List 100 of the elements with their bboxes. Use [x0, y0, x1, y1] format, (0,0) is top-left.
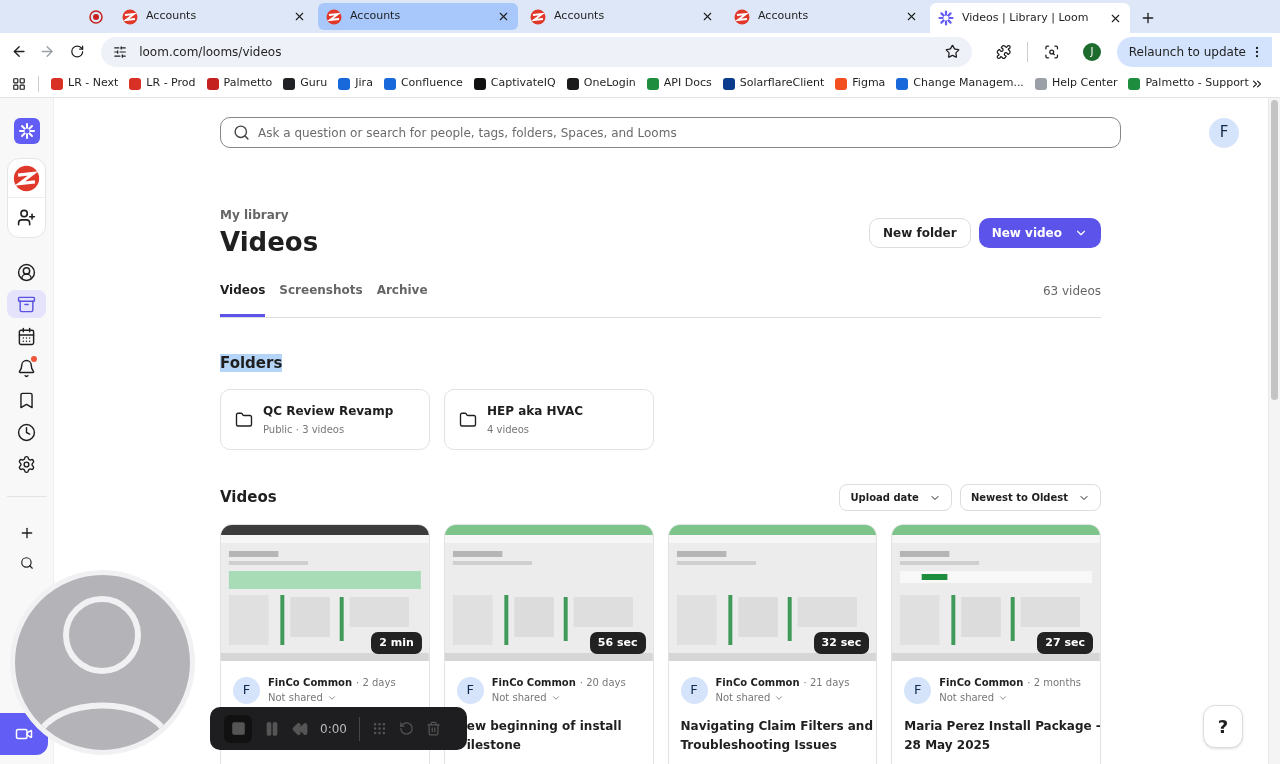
close-icon[interactable]: [701, 10, 714, 23]
video-age: · 2 months: [1027, 676, 1081, 690]
folder-meta: 4 videos: [487, 423, 531, 437]
bookmark-link[interactable]: CaptivateIQ: [473, 75, 556, 92]
logo-icon: [326, 8, 342, 25]
bookmark-link[interactable]: Confluence: [383, 75, 463, 92]
close-icon[interactable]: [497, 10, 510, 23]
apps-icon[interactable]: [12, 76, 26, 91]
stop-button[interactable]: [224, 714, 252, 743]
tab-title: Accounts: [758, 8, 810, 25]
relaunch-button[interactable]: Relaunch to update: [1116, 36, 1272, 67]
search-icon[interactable]: [19, 556, 34, 570]
settings-icon: [17, 454, 36, 474]
asterisk-icon: [18, 123, 35, 139]
extensions-icon[interactable]: [995, 43, 1012, 60]
logo-icon: [734, 8, 750, 25]
video-card[interactable]: 27 sec F FinCo Common · 2 months Not shared Maria Perez Install Package - 28 May 2025: [891, 524, 1101, 764]
loom-logo[interactable]: [13, 118, 40, 144]
video-title: Navigating Claim Filters and Troubleshooting Issues: [679, 718, 874, 754]
duration-badge: 2 min: [371, 632, 422, 654]
sharing-dropdown[interactable]: Not shared: [268, 690, 396, 705]
duration-badge: 27 sec: [1037, 632, 1093, 654]
video-card[interactable]: 56 sec F FinCo Common · 20 days Not shared ew beginning of install ilestone: [443, 524, 654, 764]
browser-tab[interactable]: Videos | Library | Loom: [930, 3, 1130, 33]
new-tab-icon[interactable]: [1140, 10, 1156, 26]
clock-icon: [17, 422, 36, 442]
section-heading: Folders: [220, 354, 283, 372]
video-title: Maria Perez Install Package - 28 May 2025: [903, 718, 1100, 754]
folder-card[interactable]: HEP aka HVAC 4 videos: [444, 389, 654, 450]
folder-meta: Public · 3 videos: [263, 423, 346, 437]
bookmark-link[interactable]: Figma: [835, 75, 886, 92]
reload-icon[interactable]: [69, 44, 85, 59]
tab-title: Accounts: [146, 8, 198, 25]
help-button[interactable]: ?: [1203, 705, 1243, 748]
video-age: · 21 days: [803, 676, 850, 690]
owner-avatar: F: [680, 676, 708, 704]
target-icon: [89, 9, 103, 24]
breadcrumb: My library: [220, 207, 290, 224]
close-icon[interactable]: [905, 10, 918, 23]
bookmark-link[interactable]: OneLogin: [566, 75, 636, 92]
library-tab[interactable]: Archive: [376, 281, 428, 317]
site-settings-icon[interactable]: [113, 44, 128, 59]
logo-icon: [530, 8, 546, 25]
tab-search-icon[interactable]: [1044, 43, 1060, 60]
back-icon[interactable]: [11, 43, 28, 60]
profile-avatar[interactable]: J: [1083, 42, 1101, 61]
library-tab[interactable]: Screenshots: [279, 281, 363, 317]
folder-name: QC Review Revamp: [263, 403, 394, 420]
new-video-button[interactable]: New video: [978, 218, 1101, 248]
url-text: loom.com/looms/videos: [139, 43, 283, 61]
bookmark-link[interactable]: SolarflareClient: [722, 75, 825, 92]
library-icon: [17, 294, 36, 314]
folder-icon: [459, 410, 477, 429]
bookmark-link[interactable]: Palmetto - Support: [1128, 75, 1249, 92]
grip-icon[interactable]: [371, 721, 387, 736]
browser-tab[interactable]: Accounts: [114, 3, 314, 30]
bookmark-link[interactable]: LR - Next: [51, 75, 119, 92]
owner-avatar: F: [456, 676, 484, 704]
video-card[interactable]: 32 sec F FinCo Common · 21 days Not shared Navigating Claim Filters and Troubleshooting Issues: [667, 524, 878, 764]
scrollbar-thumb[interactable]: [1271, 100, 1278, 400]
bookmark-link[interactable]: Guru: [283, 75, 328, 92]
sharing-dropdown[interactable]: Not shared: [715, 690, 850, 705]
tab-title: Videos | Library | Loom: [962, 9, 1090, 26]
sort-dropdown[interactable]: Upload date: [839, 484, 952, 511]
bookmark-link[interactable]: Palmetto: [206, 75, 273, 92]
sharing-dropdown[interactable]: Not shared: [939, 690, 1081, 705]
bookmark-link[interactable]: API Docs: [646, 75, 712, 92]
star-icon[interactable]: [944, 44, 960, 59]
library-tab[interactable]: Videos: [220, 281, 266, 317]
bookmark-icon: [17, 390, 36, 410]
tab-title: Accounts: [350, 8, 402, 25]
logo-icon: [13, 164, 40, 192]
invite-icon[interactable]: [17, 208, 36, 227]
search-icon: [233, 124, 250, 141]
sort-dropdown[interactable]: Newest to Oldest: [959, 484, 1101, 511]
bookmark-link[interactable]: LR - Prod: [129, 75, 196, 92]
bookmark-link[interactable]: Jira: [338, 75, 373, 92]
new-folder-button[interactable]: New folder: [868, 218, 971, 248]
page-title: Videos: [220, 226, 319, 259]
tab-title: Accounts: [554, 8, 606, 25]
bookmark-link[interactable]: Change Managem...: [896, 75, 1024, 92]
owner-avatar: F: [904, 676, 932, 704]
browser-tab[interactable]: Accounts: [318, 3, 518, 30]
forward-icon[interactable]: [39, 43, 56, 60]
duration-badge: 32 sec: [813, 632, 870, 654]
video-age: · 20 days: [579, 676, 626, 690]
close-icon[interactable]: [293, 10, 306, 23]
address-bar[interactable]: loom.com/looms/videos: [101, 36, 972, 67]
restart-icon[interactable]: [398, 721, 414, 736]
sharing-dropdown[interactable]: Not shared: [491, 690, 626, 705]
owner-name: FinCo Common: [268, 676, 353, 690]
browser-tab[interactable]: Accounts: [726, 3, 926, 30]
folder-icon: [235, 410, 253, 429]
search-field[interactable]: Ask a question or search for people, tags, folders, Spaces, and Looms: [220, 117, 1121, 148]
browser-tab[interactable]: Accounts: [522, 3, 722, 30]
search-input[interactable]: Ask a question or search for people, tags, folders, Spaces, and Looms: [258, 123, 1108, 142]
folder-card[interactable]: QC Review Revamp Public · 3 videos: [220, 389, 430, 450]
bookmark-link[interactable]: Help Center: [1034, 75, 1118, 92]
user-avatar[interactable]: F: [1209, 117, 1239, 148]
section-heading: Videos: [220, 487, 277, 509]
